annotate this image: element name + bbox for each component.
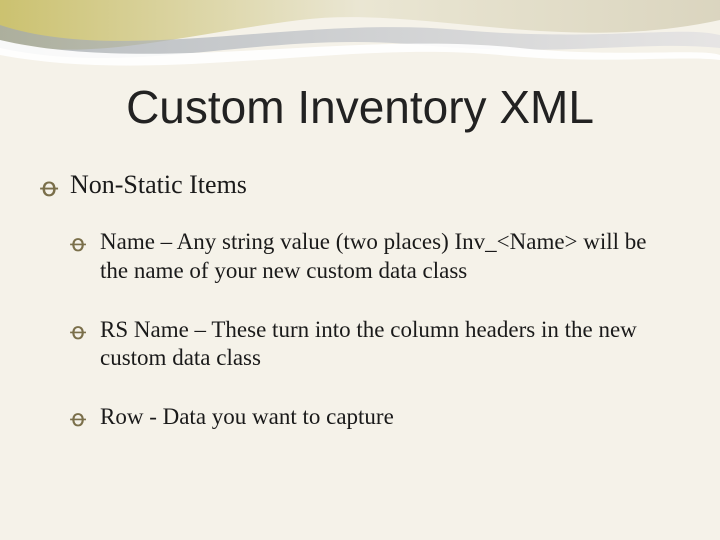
content-area: ꝋ Non-Static Items ꝋ Name – Any string v…: [40, 170, 680, 462]
bullet-text: RS Name – These turn into the column hea…: [100, 317, 637, 371]
bullet-text: Non-Static Items: [70, 170, 247, 199]
bullet-level2: ꝋ RS Name – These turn into the column h…: [40, 316, 680, 374]
swirl-bullet-icon: ꝋ: [70, 230, 86, 259]
bullet-level2: ꝋ Row - Data you want to capture: [40, 403, 680, 432]
bullet-level1: ꝋ Non-Static Items: [40, 170, 680, 200]
swirl-bullet-icon: ꝋ: [70, 405, 86, 434]
slide-title: Custom Inventory XML: [0, 80, 720, 134]
bullet-level2: ꝋ Name – Any string value (two places) I…: [40, 228, 680, 286]
bullet-text: Row - Data you want to capture: [100, 404, 394, 429]
decorative-waves: [0, 0, 720, 90]
swirl-bullet-icon: ꝋ: [70, 318, 86, 347]
swirl-bullet-icon: ꝋ: [40, 173, 58, 203]
slide: Custom Inventory XML ꝋ Non-Static Items …: [0, 0, 720, 540]
bullet-text: Name – Any string value (two places) Inv…: [100, 229, 647, 283]
